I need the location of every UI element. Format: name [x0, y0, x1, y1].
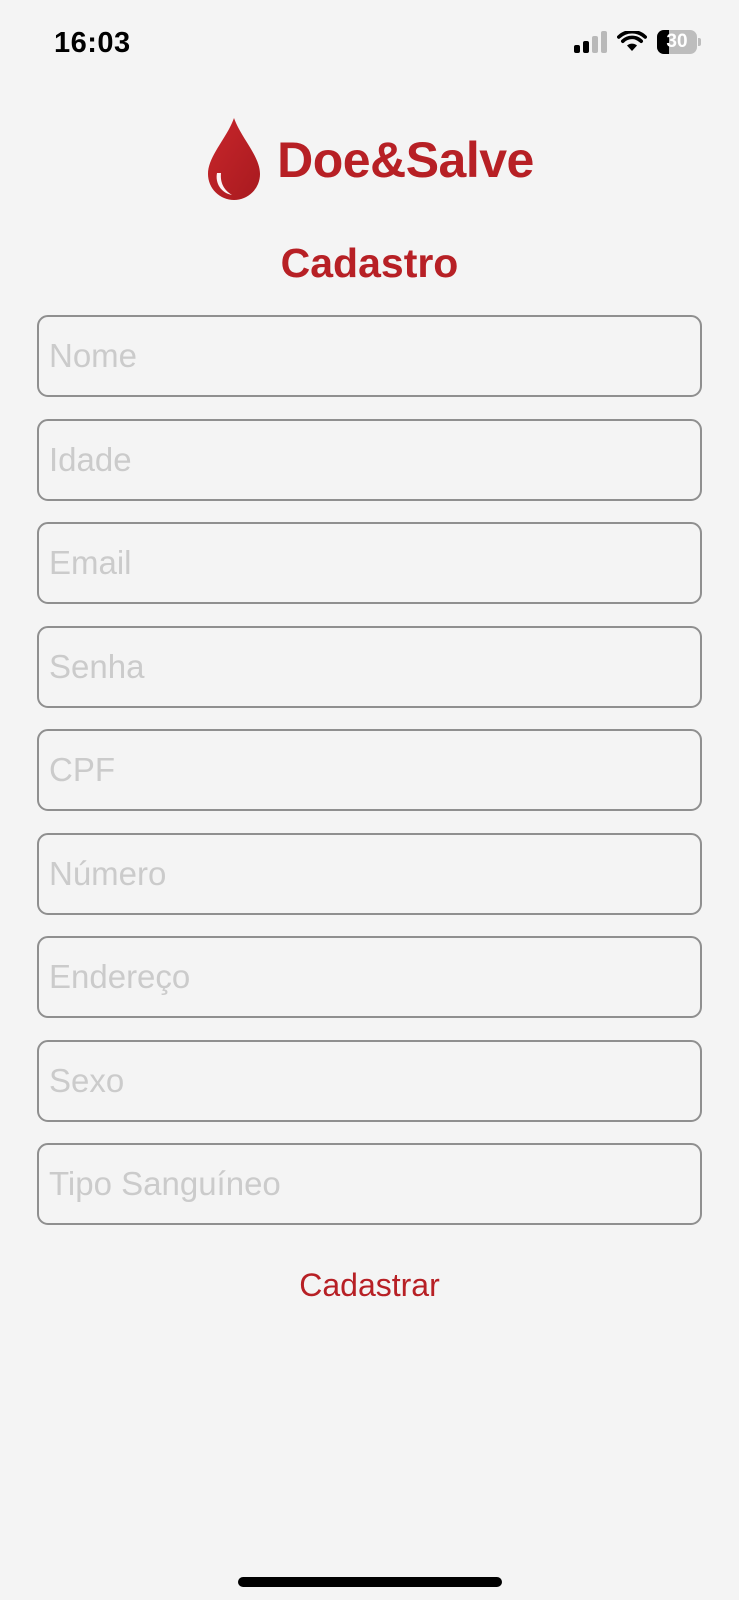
tipo-sanguineo-input[interactable] [37, 1143, 702, 1225]
battery-icon: 30 [657, 30, 701, 54]
cadastrar-button[interactable]: Cadastrar [0, 1267, 739, 1304]
signup-form [37, 315, 702, 1247]
page-title: Cadastro [280, 240, 459, 286]
status-time: 16:03 [54, 27, 131, 59]
blood-drop-icon [208, 118, 261, 200]
sexo-input[interactable] [37, 1039, 702, 1122]
endereco-input[interactable] [37, 936, 702, 1018]
app-name: Doe&Salve [277, 132, 534, 188]
signup-screen: 16:03 30 Doe&Salve Cadastro Nome Idade E… [0, 0, 739, 1600]
home-indicator[interactable] [238, 1577, 502, 1587]
wifi-icon [617, 31, 647, 51]
status-icons: 30 [574, 30, 701, 54]
status-bar: 16:03 30 [0, 0, 739, 90]
battery-percentage: 30 [666, 31, 688, 52]
nome-input[interactable] [37, 315, 702, 397]
signal-icon [574, 31, 607, 53]
senha-input[interactable] [37, 625, 702, 708]
app-logo: Doe&Salve [0, 116, 739, 204]
email-input[interactable] [37, 522, 702, 604]
cpf-input[interactable] [37, 729, 702, 811]
idade-input[interactable] [37, 418, 702, 501]
numero-input[interactable] [37, 832, 702, 915]
